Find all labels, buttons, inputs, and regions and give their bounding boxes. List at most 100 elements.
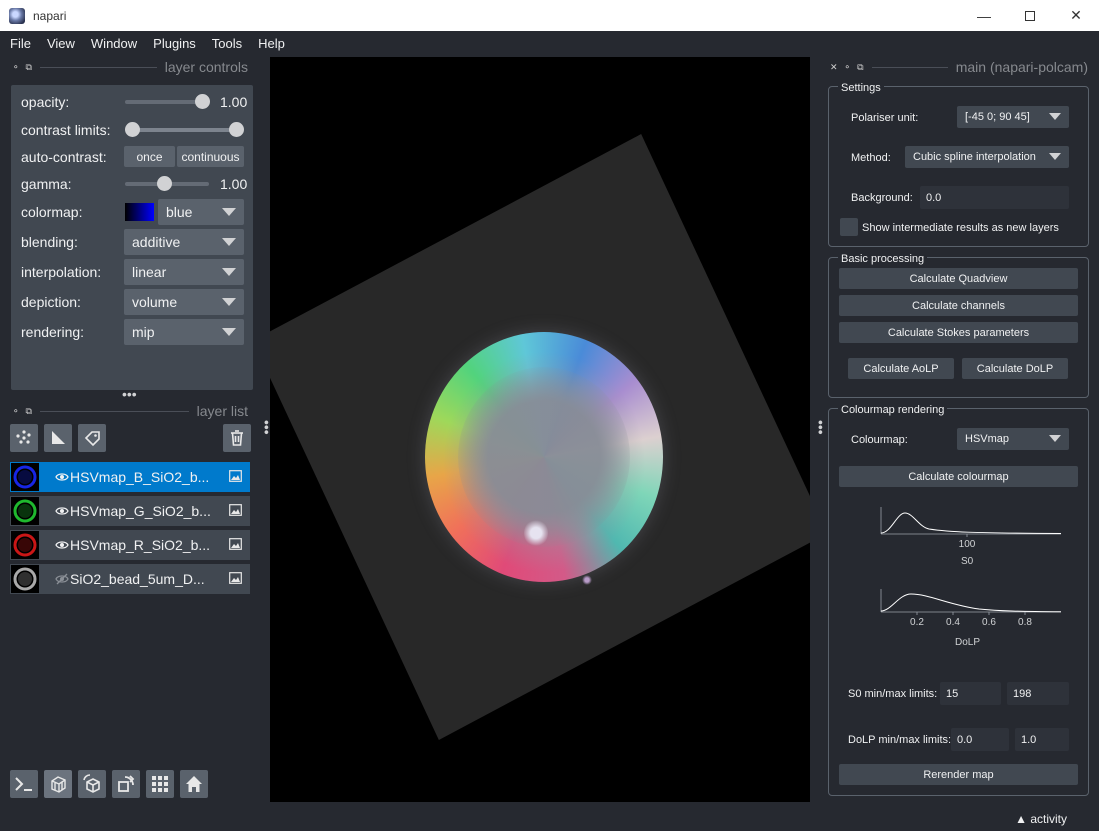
- undock-icon[interactable]: ⧉: [857, 62, 863, 73]
- float-icon[interactable]: ⚬: [12, 406, 20, 417]
- splitter-handle[interactable]: •••: [122, 386, 137, 402]
- new-points-layer-button[interactable]: [10, 424, 38, 452]
- roll-icon: [83, 774, 100, 793]
- undock-icon[interactable]: ⧉: [26, 406, 32, 417]
- rerender-map-button[interactable]: Rerender map: [839, 764, 1078, 785]
- close-icon[interactable]: ✕: [830, 62, 838, 73]
- menu-file[interactable]: File: [2, 36, 39, 51]
- settings-group: Settings Polariser unit: [-45 0; 90 45] …: [828, 82, 1089, 247]
- colourmap-dropdown[interactable]: HSVmap: [957, 428, 1069, 450]
- chevron-down-icon: [1049, 153, 1061, 160]
- polariser-unit-dropdown[interactable]: [-45 0; 90 45]: [957, 106, 1069, 128]
- dolp-tick-label: 0.4: [946, 617, 960, 628]
- method-dropdown[interactable]: Cubic spline interpolation: [905, 146, 1069, 168]
- viewer-canvas[interactable]: [270, 57, 810, 802]
- chevron-down-icon: [222, 238, 236, 246]
- interpolation-dropdown[interactable]: linear: [124, 259, 244, 285]
- opacity-slider-handle[interactable]: [195, 94, 210, 109]
- eye-icon[interactable]: [55, 504, 69, 518]
- activity-toggle[interactable]: ▲ activity: [1015, 812, 1067, 826]
- menu-plugins[interactable]: Plugins: [145, 36, 204, 51]
- dolp-tick-label: 0.2: [910, 617, 924, 628]
- layer-row[interactable]: HSVmap_G_SiO2_b...: [10, 496, 250, 526]
- new-shapes-layer-button[interactable]: [44, 424, 72, 452]
- small-particle: [582, 575, 592, 585]
- layer-row[interactable]: SiO2_bead_5um_D...: [10, 564, 250, 594]
- gamma-slider-handle[interactable]: [157, 176, 172, 191]
- image-layer-icon: [229, 572, 242, 584]
- minimize-button[interactable]: —: [961, 0, 1007, 31]
- activity-label: activity: [1030, 812, 1067, 826]
- maximize-button[interactable]: [1007, 0, 1053, 31]
- dolp-min-input[interactable]: 0.0: [951, 728, 1009, 751]
- cube-3d-icon: [51, 776, 66, 793]
- calculate-stokes-button[interactable]: Calculate Stokes parameters: [839, 322, 1078, 343]
- colormap-swatch: [125, 203, 154, 221]
- title-bar: napari — ✕: [0, 0, 1099, 31]
- transpose-button[interactable]: [112, 770, 140, 798]
- interpolation-value: linear: [132, 264, 167, 280]
- calculate-colourmap-button[interactable]: Calculate colourmap: [839, 466, 1078, 487]
- napari-logo-icon: [9, 7, 25, 24]
- grid-view-button[interactable]: [146, 770, 174, 798]
- close-button[interactable]: ✕: [1053, 0, 1099, 31]
- settings-title: Settings: [838, 82, 884, 94]
- new-labels-layer-button[interactable]: [78, 424, 106, 452]
- dolp-tick-label: 0.6: [982, 617, 996, 628]
- layer-thumbnail: [11, 463, 39, 491]
- depiction-dropdown[interactable]: volume: [124, 289, 244, 315]
- calculate-quadview-button[interactable]: Calculate Quadview: [839, 268, 1078, 289]
- s0-min-input[interactable]: 15: [940, 682, 1001, 705]
- dolp-max-input[interactable]: 1.0: [1015, 728, 1069, 751]
- contrast-max-handle[interactable]: [229, 122, 244, 137]
- calculate-aolp-button[interactable]: Calculate AoLP: [848, 358, 954, 379]
- gamma-value: 1.00: [220, 176, 248, 192]
- auto-contrast-continuous-button[interactable]: continuous: [177, 146, 244, 167]
- rendering-label: rendering:: [21, 324, 85, 340]
- opacity-label: opacity:: [21, 94, 70, 110]
- contrast-limits-slider[interactable]: [132, 128, 236, 132]
- blending-dropdown[interactable]: additive: [124, 229, 244, 255]
- window-title: napari: [33, 8, 67, 23]
- auto-contrast-once-button[interactable]: once: [124, 146, 175, 167]
- delete-layer-button[interactable]: [223, 424, 251, 452]
- menu-view[interactable]: View: [39, 36, 83, 51]
- reset-view-button[interactable]: [180, 770, 208, 798]
- console-button[interactable]: [10, 770, 38, 798]
- float-icon[interactable]: ⚬: [12, 62, 20, 73]
- contrast-min-handle[interactable]: [125, 122, 140, 137]
- calculate-dolp-button[interactable]: Calculate DoLP: [962, 358, 1068, 379]
- grid-icon: [152, 776, 168, 792]
- depiction-value: volume: [132, 294, 178, 310]
- console-icon: [15, 777, 32, 791]
- colormap-label: colormap:: [21, 204, 83, 220]
- plugin-dock-header: ✕ ⚬ ⧉ main (napari-polcam): [830, 58, 1088, 76]
- s0-max-input[interactable]: 198: [1007, 682, 1069, 705]
- undock-icon[interactable]: ⧉: [26, 62, 32, 73]
- float-icon[interactable]: ⚬: [844, 62, 852, 73]
- splitter-handle[interactable]: •••: [813, 420, 829, 435]
- eye-icon[interactable]: [55, 470, 69, 484]
- layer-row[interactable]: HSVmap_B_SiO2_b...: [10, 462, 250, 492]
- intermediate-results-checkbox[interactable]: [840, 218, 858, 236]
- eye-off-icon[interactable]: [55, 572, 69, 586]
- layer-controls-title: layer controls: [164, 59, 248, 75]
- menu-bar: File View Window Plugins Tools Help: [0, 31, 1099, 55]
- toggle-ndisplay-button[interactable]: [44, 770, 72, 798]
- colormap-dropdown[interactable]: blue: [158, 199, 244, 225]
- chevron-down-icon: [222, 298, 236, 306]
- layer-name: SiO2_bead_5um_D...: [70, 571, 205, 587]
- blending-label: blending:: [21, 234, 78, 250]
- background-input[interactable]: 0.0: [920, 186, 1069, 209]
- menu-window[interactable]: Window: [83, 36, 145, 51]
- menu-tools[interactable]: Tools: [204, 36, 250, 51]
- roll-dimensions-button[interactable]: [78, 770, 106, 798]
- layer-row[interactable]: HSVmap_R_SiO2_b...: [10, 530, 250, 560]
- menu-help[interactable]: Help: [250, 36, 293, 51]
- opacity-value: 1.00: [220, 94, 248, 110]
- calculate-channels-button[interactable]: Calculate channels: [839, 295, 1078, 316]
- bead-bright-spot: [524, 519, 548, 547]
- eye-icon[interactable]: [55, 538, 69, 552]
- basic-processing-group: Basic processing Calculate Quadview Calc…: [828, 253, 1089, 398]
- rendering-dropdown[interactable]: mip: [124, 319, 244, 345]
